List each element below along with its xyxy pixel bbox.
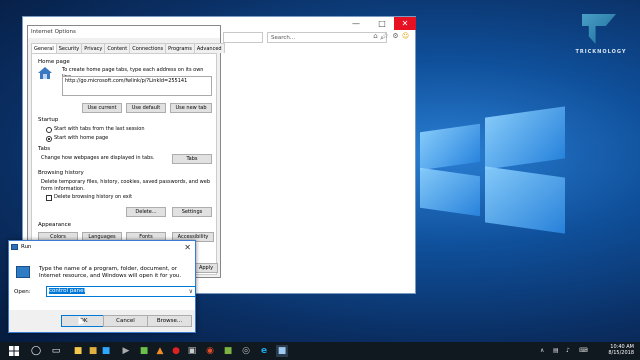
system-clock[interactable]: 10:40 AM 8/15/2018	[608, 344, 634, 356]
search-icon[interactable]: ◯	[30, 345, 42, 357]
use-current-button[interactable]: Use current	[82, 103, 122, 113]
windows-logo-pane	[485, 106, 565, 170]
cancel-button[interactable]: Cancel	[103, 315, 148, 327]
home-page-icon	[38, 67, 52, 79]
run-description: Type the name of a program, folder, docu…	[39, 266, 182, 279]
tray-chevron-icon[interactable]: ∧	[540, 347, 544, 354]
photoshop-icon[interactable]: ■	[100, 345, 112, 357]
android-studio-icon[interactable]: ■	[222, 345, 234, 357]
delete-on-exit-label: Delete browsing history on exit	[54, 194, 133, 200]
run-titlebar[interactable]: Run ✕	[9, 241, 195, 253]
maximize-button[interactable]: □	[371, 17, 393, 30]
home-page-url-value: http://go.microsoft.com/fwlink/p/?LinkId…	[65, 78, 188, 84]
options-tab-strip: General Security Privacy Content Connect…	[31, 43, 225, 54]
tab-content[interactable]: Content	[104, 43, 131, 53]
home-page-url-field[interactable]: http://go.microsoft.com/fwlink/p/?LinkId…	[62, 76, 212, 96]
startup-heading: Startup	[38, 117, 59, 123]
keyboard-icon[interactable]: ⌨	[579, 347, 588, 354]
history-settings-button[interactable]: Settings	[172, 207, 212, 217]
browse-button[interactable]: Browse...	[147, 315, 192, 327]
appearance-heading: Appearance	[38, 222, 72, 228]
minimize-button[interactable]: —	[345, 17, 367, 30]
startup-tabs-label: Start with tabs from the last session	[54, 126, 145, 132]
network-icon[interactable]: ▤	[553, 347, 559, 354]
vlc-icon[interactable]: ▲	[154, 345, 166, 357]
open-input-value: control panel	[49, 288, 86, 294]
terminal-icon[interactable]: ▣	[186, 345, 198, 357]
tabs-description: Change how webpages are displayed in tab…	[41, 155, 155, 161]
tab-security[interactable]: Security	[55, 43, 83, 53]
windows-logo-pane	[485, 166, 565, 234]
use-new-tab-button[interactable]: Use new tab	[170, 103, 212, 113]
home-page-heading: Home page	[38, 59, 70, 65]
browsing-history-heading: Browsing history	[38, 170, 84, 176]
open-label: Open:	[14, 289, 31, 295]
startup-tabs-radio[interactable]	[46, 127, 52, 133]
browsing-history-description: Delete temporary files, history, cookies…	[41, 179, 210, 192]
volume-icon[interactable]: ♪	[566, 347, 570, 354]
active-app-icon[interactable]: ■	[276, 345, 288, 357]
smiley-feedback-icon[interactable]: ☺	[401, 32, 410, 41]
delete-history-button[interactable]: Delete...	[126, 207, 166, 217]
run-dialog[interactable]: Run ✕ Type the name of a program, folder…	[8, 240, 196, 333]
steam-icon[interactable]: ◎	[240, 345, 252, 357]
home-icon[interactable]: ⌂	[371, 32, 380, 41]
tab-programs[interactable]: Programs	[165, 43, 195, 53]
tricknology-logo: TRICKNOLOGY	[570, 8, 630, 63]
file-explorer-icon[interactable]: ■	[72, 345, 84, 357]
media-app-icon[interactable]: ●	[170, 345, 182, 357]
tab-advanced[interactable]: Advanced	[193, 43, 225, 53]
run-title: Run	[21, 244, 32, 250]
open-input[interactable]: control panel ∨	[46, 286, 196, 297]
tabs-settings-button[interactable]: Tabs	[172, 154, 212, 164]
run-program-icon	[16, 266, 30, 278]
chrome-icon[interactable]: ◉	[204, 345, 216, 357]
search-placeholder: Search...	[271, 35, 296, 41]
use-default-button[interactable]: Use default	[126, 103, 166, 113]
tab-privacy[interactable]: Privacy	[81, 43, 106, 53]
startup-home-radio[interactable]	[46, 136, 52, 142]
run-close-button[interactable]: ✕	[184, 242, 191, 254]
windows-start-icon[interactable]	[8, 345, 20, 357]
startup-home-label: Start with home page	[54, 135, 109, 141]
favorites-star-icon[interactable]: ☆	[381, 32, 390, 41]
logo-text: TRICKNOLOGY	[575, 49, 627, 55]
apply-button[interactable]: Apply	[194, 263, 218, 273]
dialog-title: Internet Options	[28, 26, 220, 38]
delete-on-exit-checkbox[interactable]	[46, 195, 52, 201]
run-app-icon	[11, 244, 18, 250]
tabs-heading: Tabs	[38, 146, 51, 152]
chevron-down-icon[interactable]: ∨	[189, 287, 193, 296]
clock-date: 8/15/2018	[608, 350, 634, 356]
taskbar: ◯ ▭ ■ ■ ■ ▶ ■ ▲ ● ▣ ◉ ■ ◎ e ■ ∧ ▤ ♪ ⌨ 10…	[0, 342, 640, 360]
tab-connections[interactable]: Connections	[129, 43, 167, 53]
task-view-icon[interactable]: ▭	[50, 345, 62, 357]
internet-explorer-icon[interactable]: e	[258, 345, 270, 357]
close-button[interactable]: ✕	[394, 17, 416, 30]
task-manager-icon[interactable]: ■	[138, 345, 150, 357]
gear-icon[interactable]: ⚙	[391, 32, 400, 41]
folder-icon[interactable]: ■	[87, 345, 99, 357]
windows-logo-pane	[420, 123, 480, 171]
logo-mark	[582, 14, 616, 44]
search-box[interactable]: Search... ⌕	[267, 32, 387, 43]
address-bar[interactable]	[223, 32, 263, 43]
media-player-icon[interactable]: ▶	[120, 345, 132, 357]
windows-logo-pane	[420, 167, 480, 217]
